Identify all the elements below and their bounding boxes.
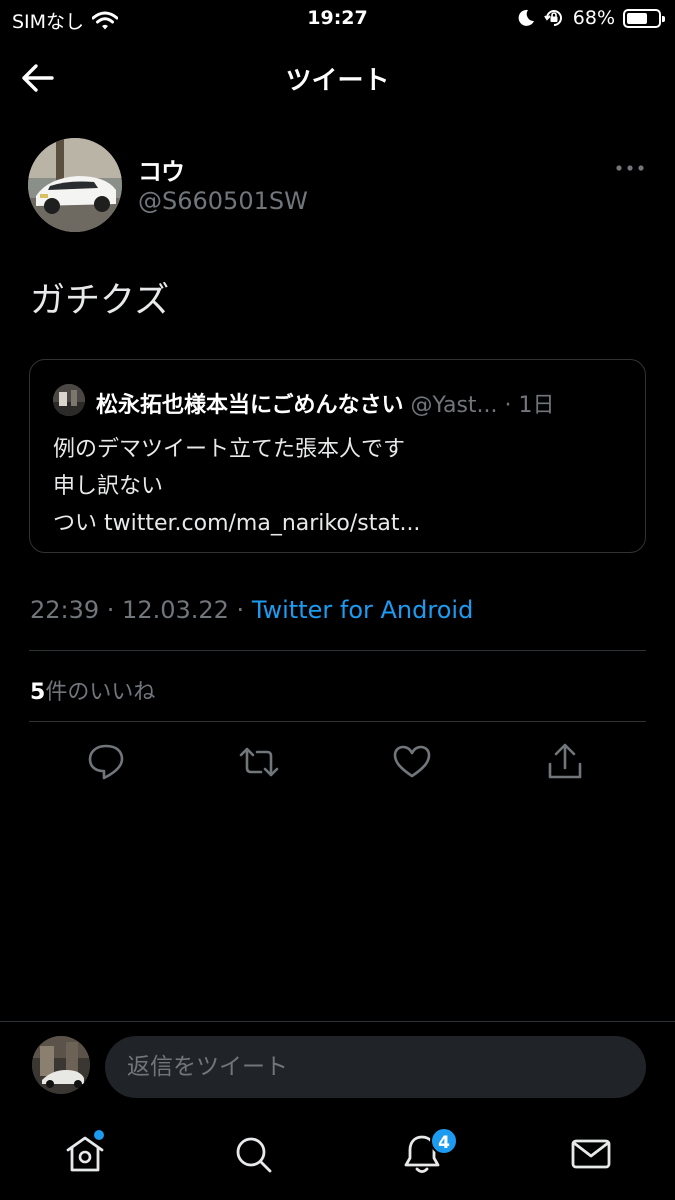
likes-count: 5 [30, 680, 46, 705]
divider [29, 650, 646, 651]
quoted-avatar-photo [53, 384, 85, 416]
battery-nub [662, 15, 665, 22]
my-avatar-photo [32, 1036, 90, 1094]
battery-percent: 68% [572, 7, 615, 29]
quoted-text-line: 例のデマツイート立てた張本人です [53, 437, 406, 462]
tweet-meta: 22:39 · 12.03.22 · Twitter for Android [30, 596, 473, 624]
author-name[interactable]: コウ [138, 152, 185, 187]
quoted-author-name: 松永拓也様本当にごめんなさい [96, 393, 404, 418]
quoted-header: 松永拓也様本当にごめんなさい @Yast... · 1日 [96, 387, 555, 419]
quoted-text-line: つい twitter.com/ma_nariko/stat... [53, 511, 421, 536]
status-bar: SIMなし 19:27 68% [0, 0, 675, 38]
like-icon[interactable] [390, 740, 434, 784]
header: ツイート [0, 38, 675, 114]
battery-icon [623, 8, 665, 28]
tweet-source-link[interactable]: Twitter for Android [252, 596, 473, 624]
home-new-dot [94, 1130, 104, 1140]
car-photo [28, 138, 122, 232]
moon-icon [518, 9, 534, 26]
notifications-badge: 4 [430, 1127, 458, 1155]
orientation-lock-icon [543, 10, 562, 26]
reply-bar-divider [0, 1021, 675, 1022]
reply-input[interactable] [105, 1036, 646, 1098]
reply-icon[interactable] [84, 740, 128, 784]
author-handle[interactable]: @S660501SW [138, 187, 308, 215]
more-icon[interactable] [612, 155, 648, 181]
messages-icon[interactable] [569, 1132, 613, 1176]
quoted-handle-time: @Yast... · 1日 [403, 393, 555, 418]
tweet-text: ガチクズ [30, 281, 170, 321]
status-right: 68% [517, 7, 665, 29]
tweet-detail-screen: SIMなし 19:27 68% ツイート コウ @S660501SW ガチクズ … [0, 0, 675, 1200]
quoted-text-line: 申し訳ない [53, 474, 164, 499]
battery-level-fill [627, 12, 647, 24]
share-icon[interactable] [543, 740, 587, 784]
likes-label: 件のいいね [45, 680, 156, 705]
quoted-author-avatar [53, 384, 85, 416]
quoted-tweet[interactable]: 松永拓也様本当にごめんなさい @Yast... · 1日 例のデマツイート立てた… [29, 359, 646, 553]
author-avatar[interactable] [28, 138, 122, 232]
search-icon[interactable] [231, 1132, 275, 1176]
retweet-icon[interactable] [237, 740, 281, 784]
divider [29, 721, 646, 722]
page-title: ツイート [285, 66, 390, 96]
tweet-timestamp: 22:39 · 12.03.22 · [30, 596, 252, 624]
my-avatar [32, 1036, 90, 1094]
likes-summary[interactable]: 5件のいいね [30, 674, 155, 706]
